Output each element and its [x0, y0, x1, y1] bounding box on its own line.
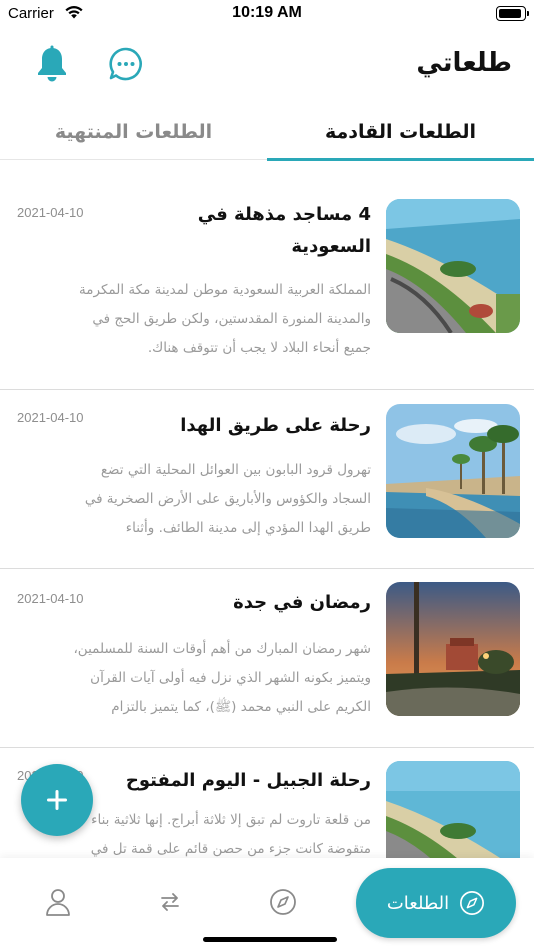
- trip-thumbnail: [386, 582, 520, 716]
- trip-title: رمضان في جدة: [233, 592, 371, 613]
- trip-title: رحلة على طريق الهدا: [180, 415, 371, 436]
- add-trip-button[interactable]: [21, 764, 93, 836]
- nav-trips-label: الطلعات: [386, 892, 450, 914]
- app-header: طلعاتي: [0, 38, 534, 94]
- battery-icon: [496, 6, 529, 21]
- tab-upcoming[interactable]: الطلعات القادمة: [267, 104, 534, 160]
- trip-description: شهر رمضان المبارك من أهم أوقات السنة للم…: [73, 641, 371, 715]
- trip-thumbnail: [386, 404, 520, 538]
- tab-finished[interactable]: الطلعات المنتهية: [0, 104, 267, 160]
- trip-card[interactable]: 4 مساجد مذهلة في السعودية 2021-04-10 الم…: [0, 182, 534, 390]
- trip-description: من قلعة تاروت لم تبق إلا ثلاثة أبراج. إن…: [90, 812, 371, 857]
- clock: 10:19 AM: [232, 4, 302, 21]
- compass-icon[interactable]: [265, 884, 301, 920]
- page-title: طلعاتي: [416, 48, 512, 78]
- trip-date: 2021-04-10: [17, 591, 84, 606]
- trip-card[interactable]: رمضان في جدة 2021-04-10 شهر رمضان المبار…: [0, 569, 534, 748]
- tab-indicator: [267, 158, 534, 161]
- nav-trips-button[interactable]: الطلعات: [356, 868, 516, 938]
- compass-icon: [460, 891, 485, 915]
- bottom-nav: الطلعات: [0, 858, 534, 950]
- profile-icon[interactable]: [40, 884, 76, 920]
- trip-description: تهرول قرود البابون بين العوائل المحلية ا…: [84, 462, 371, 536]
- trip-date: 2021-04-10: [17, 205, 84, 220]
- trip-description: المملكة العربية السعودية موطن لمدينة مكة…: [79, 282, 371, 356]
- trip-tabs: الطلعات القادمة الطلعات المنتهية: [0, 104, 534, 161]
- swap-arrows-icon[interactable]: [152, 884, 188, 920]
- trip-thumbnail: [386, 199, 520, 333]
- bell-icon[interactable]: [32, 44, 72, 84]
- chat-bubble-icon[interactable]: [106, 44, 146, 84]
- plus-icon: [47, 790, 67, 810]
- trip-card[interactable]: رحلة على طريق الهدا 2021-04-10 تهرول قرو…: [0, 390, 534, 569]
- trip-title: 4 مساجد مذهلة في السعودية: [197, 204, 371, 257]
- home-indicator: [203, 937, 337, 942]
- trip-title: رحلة الجبيل - اليوم المفتوح: [125, 770, 371, 791]
- status-bar: Carrier 10:19 AM: [0, 0, 534, 30]
- trip-date: 2021-04-10: [17, 410, 84, 425]
